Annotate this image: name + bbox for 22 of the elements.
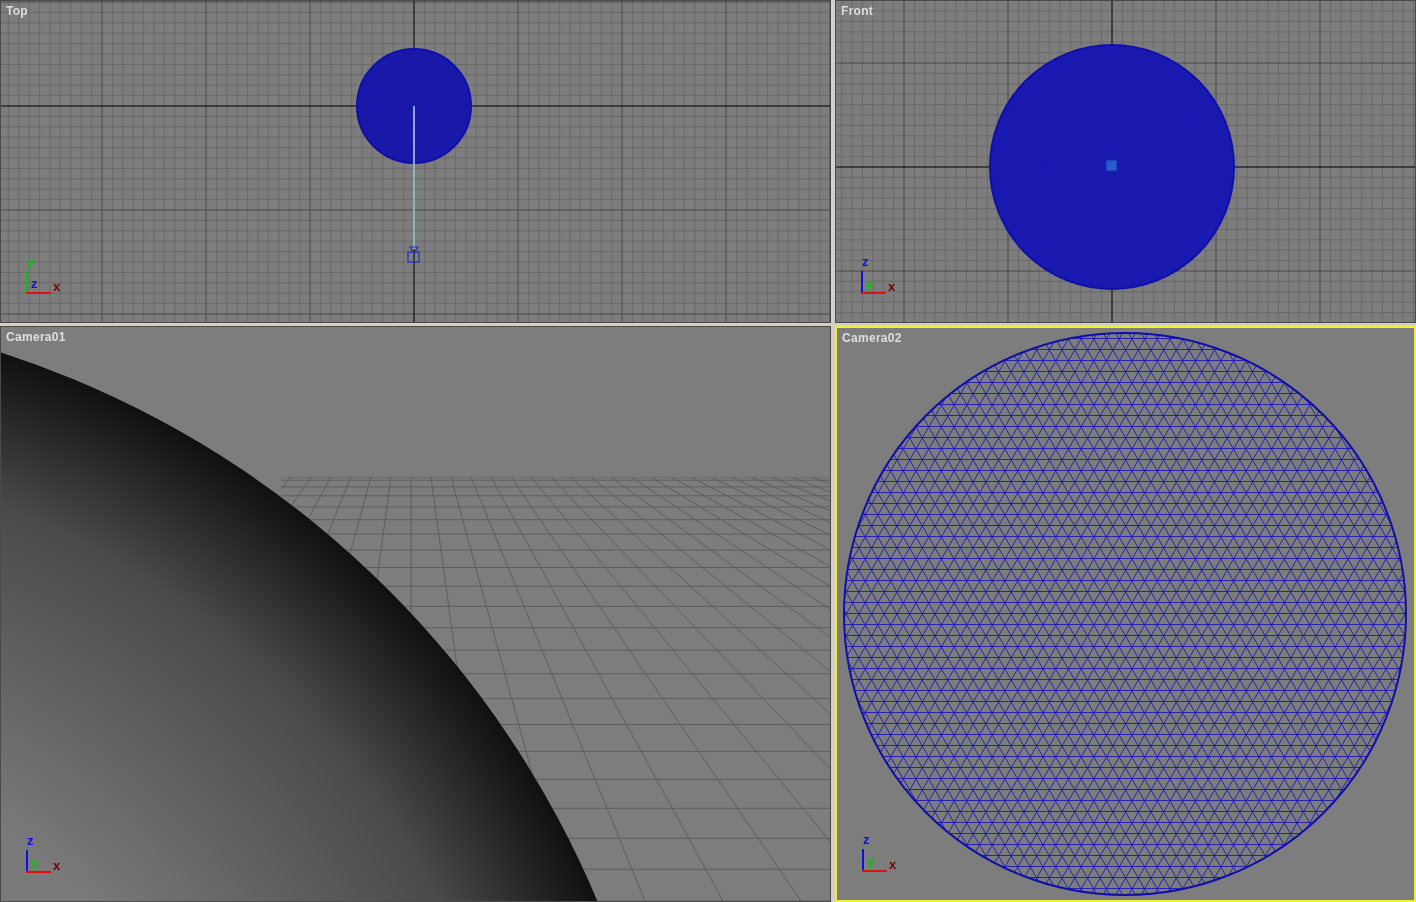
viewport[interactable]: Top y z x xyxy=(0,0,831,323)
axis-label: y xyxy=(31,857,39,869)
axis-label: z xyxy=(27,835,34,847)
viewport[interactable]: Camera02 z y x xyxy=(835,326,1416,902)
viewport[interactable]: Camera01 z y x xyxy=(0,326,831,902)
viewport-label[interactable]: Top xyxy=(6,4,28,18)
axis-label: y xyxy=(866,278,874,290)
viewport-label[interactable]: Camera01 xyxy=(6,330,66,344)
pivot-icon xyxy=(1105,159,1118,172)
axis-label: x xyxy=(53,860,61,872)
axis-label: x xyxy=(888,281,896,293)
axis-label: z xyxy=(862,256,869,268)
viewport-label[interactable]: Camera02 xyxy=(842,331,902,345)
viewport[interactable]: Front z y x xyxy=(835,0,1416,323)
axis-label: y xyxy=(867,856,875,868)
viewport-label[interactable]: Front xyxy=(841,4,874,18)
axis-label: x xyxy=(53,281,61,293)
axis-label: z xyxy=(31,278,38,290)
axis-label: x xyxy=(889,859,897,871)
axis-label: z xyxy=(863,834,870,846)
camera-icon[interactable] xyxy=(407,246,420,263)
axis-label: y xyxy=(27,256,35,268)
